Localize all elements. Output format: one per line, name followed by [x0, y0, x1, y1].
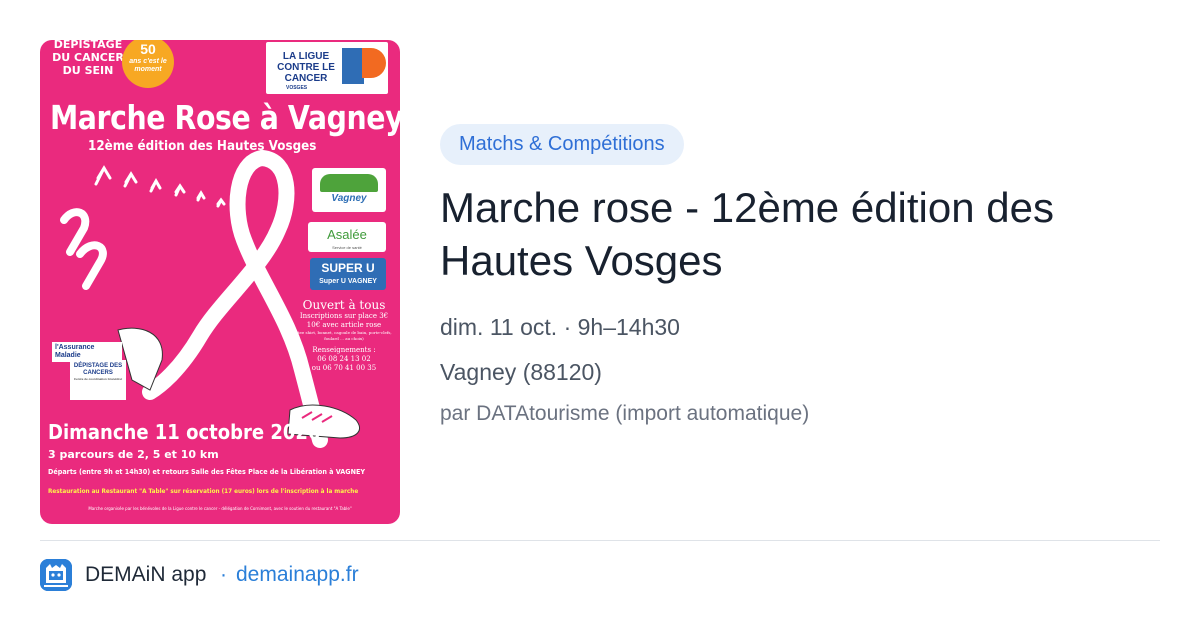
- event-author: par DATAtourisme (import automatique): [440, 402, 810, 425]
- depistage-logo-label: DÉPISTAGE DES CANCERS: [73, 363, 123, 376]
- depistage-logo-sub: Centre de coordination Grand-Est: [73, 377, 123, 381]
- sponsor-vagney-logo: Vagney: [312, 168, 386, 212]
- app-logo-glyph-icon: [40, 559, 72, 591]
- sponsor-vagney-label: Vagney: [331, 193, 367, 204]
- ligue-logo-accent-icon: [362, 48, 386, 78]
- poster-info-block: Ouvert à tous Inscriptions sur place 3€ …: [292, 298, 396, 373]
- ligue-text: LA LIGUE CONTRE LE CANCER: [277, 51, 335, 84]
- app-url-link[interactable]: demainapp.fr: [236, 563, 359, 587]
- poster-date: Dimanche 11 octobre 2026: [48, 420, 321, 444]
- poster-phone-1: 06 08 24 13 02: [317, 355, 371, 363]
- poster-restauration: Restauration au Restaurant "A Table" sur…: [48, 488, 359, 495]
- badge-number: 50: [140, 41, 156, 57]
- assurance-maladie-logo: l'Assurance Maladie: [52, 342, 122, 362]
- poster-article: 10€ avec article rose: [306, 321, 382, 329]
- vagney-logo-icon: [320, 174, 378, 192]
- poster-inscriptions: Inscriptions sur place 3€: [299, 312, 389, 320]
- event-location: Vagney (88120): [440, 359, 602, 385]
- ligue-logo-icon: [342, 48, 364, 84]
- poster-open: Ouvert à tous: [302, 298, 386, 312]
- sponsor-asalee-sub: Service de santé: [332, 245, 362, 250]
- event-title: Marche rose - 12ème édition des Hautes V…: [440, 184, 1054, 284]
- ligue-contre-cancer-logo: LA LIGUE CONTRE LE CANCER VOSGES: [266, 42, 388, 94]
- sponsor-asalee-logo: Asalée Service de santé: [308, 222, 386, 252]
- poster-departs: Départs (entre 9h et 14h30) et retours S…: [48, 468, 366, 476]
- badge-sub: ans c'est le moment: [129, 58, 167, 73]
- sponsor-superu-logo: SUPER U Super U VAGNEY: [310, 258, 386, 290]
- demain-app-icon[interactable]: [40, 559, 72, 591]
- poster-article-detail: (tee shirt, bonnet, cagoule de bain, por…: [296, 330, 392, 341]
- poster-footer: Marche organisée par les bénévoles de la…: [88, 506, 352, 511]
- sponsor-asalee-label: Asalée: [327, 227, 367, 242]
- poster-parcours: 3 parcours de 2, 5 et 10 km: [48, 448, 219, 461]
- app-name: DEMAiN app: [85, 563, 207, 586]
- poster-screening-label: DEPISTAGE DU CANCER DU SEIN: [52, 40, 124, 77]
- category-badge[interactable]: Matchs & Compétitions: [440, 124, 684, 165]
- sponsor-superu-sub: Super U VAGNEY: [319, 278, 377, 285]
- poster-renseignements: Renseignements :: [312, 346, 376, 354]
- depistage-logo: DÉPISTAGE DES CANCERS Centre de coordina…: [70, 360, 126, 400]
- poster-phone-2: ou 06 70 41 00 35: [311, 364, 377, 372]
- footer-divider: [40, 540, 1160, 541]
- footer-separator: ·: [220, 563, 227, 586]
- poster-title: Marche Rose à Vagney: [50, 98, 400, 137]
- event-poster-image[interactable]: DEPISTAGE DU CANCER DU SEIN 50 ans c'est…: [40, 40, 400, 524]
- ligue-region: VOSGES: [286, 85, 308, 91]
- sponsor-superu-label: SUPER U: [321, 261, 375, 275]
- poster-subtitle: 12ème édition des Hautes Vosges: [88, 139, 317, 154]
- event-date-time: dim. 11 oct. · 9h–14h30: [440, 314, 680, 340]
